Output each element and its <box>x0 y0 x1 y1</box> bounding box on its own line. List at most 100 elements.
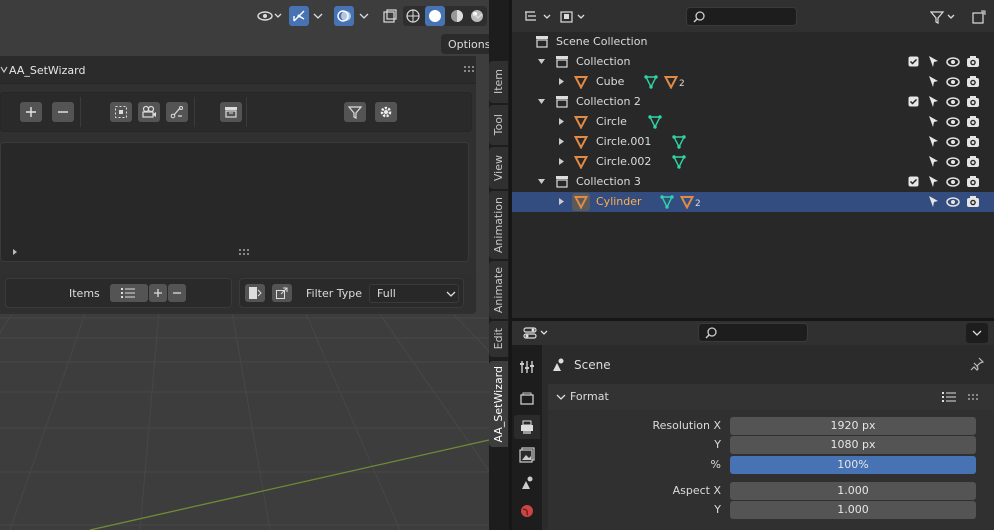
outliner-object-row[interactable]: Cylinder 2 <box>512 192 994 212</box>
material-icon[interactable] <box>664 75 678 89</box>
remove-set-button[interactable] <box>52 102 74 122</box>
mesh-data-icon[interactable] <box>672 155 686 169</box>
exclude-checkbox[interactable] <box>908 56 919 67</box>
visibility-dropdown[interactable] <box>254 6 284 26</box>
camera-render-icon[interactable] <box>966 75 980 88</box>
scene-collection-row[interactable]: Scene Collection <box>512 32 994 52</box>
pin-icon[interactable] <box>970 357 984 371</box>
sets-list[interactable] <box>0 142 469 262</box>
selectable-toggle-icon[interactable] <box>927 155 939 168</box>
overlay-dropdown[interactable] <box>356 6 372 26</box>
eye-icon[interactable] <box>946 136 960 148</box>
3d-viewport[interactable]: Options AA_SetWizard Items Filter Type F… <box>0 0 489 530</box>
eye-icon[interactable] <box>946 116 960 128</box>
filter-dropdown[interactable] <box>928 7 960 27</box>
presets-list-icon[interactable] <box>942 391 958 403</box>
tab-tool[interactable]: Tool <box>489 105 508 145</box>
resolution-percentage-slider[interactable]: 100% <box>730 456 976 474</box>
solid-shading-button[interactable] <box>425 6 445 26</box>
editor-type-dropdown[interactable] <box>522 323 552 343</box>
wireframe-shading-icon[interactable] <box>405 8 421 24</box>
tab-scene[interactable] <box>514 471 540 495</box>
selectable-toggle-icon[interactable] <box>927 55 939 68</box>
settings-button[interactable] <box>375 102 397 122</box>
eye-icon[interactable] <box>946 156 960 168</box>
number-field[interactable]: 1.000 <box>730 501 976 519</box>
eye-icon[interactable] <box>946 76 960 88</box>
camera-render-icon[interactable] <box>966 135 980 148</box>
tab-render[interactable] <box>514 387 540 411</box>
camera-render-icon[interactable] <box>966 195 980 208</box>
outliner-object-row[interactable]: Circle.001 <box>512 132 994 152</box>
camera-render-icon[interactable] <box>966 115 980 128</box>
tab-animation[interactable]: Animation <box>489 191 508 259</box>
expand-arrow-down-icon[interactable] <box>537 97 546 106</box>
add-set-button[interactable] <box>20 102 42 122</box>
remove-item-button[interactable] <box>168 284 186 302</box>
camera-render-icon[interactable] <box>966 95 980 108</box>
tab-world[interactable] <box>514 499 540 523</box>
new-collection-button[interactable] <box>968 7 990 27</box>
camera-render-icon[interactable] <box>966 175 980 188</box>
properties-search-input[interactable] <box>698 323 808 342</box>
camera-render-icon[interactable] <box>966 55 980 68</box>
expand-arrow-right-icon[interactable] <box>557 117 566 126</box>
filter-button[interactable] <box>344 102 366 122</box>
editor-type-dropdown[interactable] <box>522 7 556 27</box>
expand-arrow-down-icon[interactable] <box>537 57 546 66</box>
format-panel-header[interactable]: Format <box>548 384 994 410</box>
gizmo-dropdown[interactable] <box>310 6 326 26</box>
tab-animate[interactable]: Animate <box>489 261 508 319</box>
selectable-toggle-icon[interactable] <box>927 135 939 148</box>
expand-arrow-right-icon[interactable] <box>557 77 566 86</box>
tab-item[interactable]: Item <box>489 61 508 103</box>
selectable-toggle-icon[interactable] <box>927 75 939 88</box>
expand-arrow-icon[interactable] <box>12 248 18 256</box>
mesh-data-icon[interactable] <box>660 195 674 209</box>
drag-handle-icon[interactable] <box>968 394 980 400</box>
number-field[interactable]: 1080 px <box>730 436 976 454</box>
expand-arrow-right-icon[interactable] <box>557 137 566 146</box>
mesh-data-icon[interactable] <box>672 135 686 149</box>
material-icon[interactable] <box>680 195 694 209</box>
drag-handle-icon[interactable] <box>464 66 476 72</box>
expand-arrow-right-icon[interactable] <box>557 197 566 206</box>
outliner-collection-row[interactable]: Collection <box>512 52 994 72</box>
panel-header[interactable]: AA_SetWizard <box>0 56 476 84</box>
options-dropdown[interactable]: Options <box>441 34 489 54</box>
display-mode-dropdown[interactable] <box>558 7 590 27</box>
number-field[interactable]: 1.000 <box>730 482 976 500</box>
filter-type-select[interactable]: Full <box>369 284 459 303</box>
tab-aa-setwizard[interactable]: AA_SetWizard <box>489 361 508 447</box>
expand-arrow-right-icon[interactable] <box>557 157 566 166</box>
tab-edit[interactable]: Edit <box>489 321 508 357</box>
options-dropdown[interactable] <box>966 323 988 343</box>
exclude-checkbox[interactable] <box>908 96 919 107</box>
shading-dropdown[interactable] <box>470 6 486 26</box>
xray-toggle[interactable] <box>380 6 400 26</box>
selectable-toggle-icon[interactable] <box>927 195 939 208</box>
tab-view[interactable]: View <box>489 147 508 189</box>
outliner-object-row[interactable]: Circle <box>512 112 994 132</box>
outliner-collection-row[interactable]: Collection 2 <box>512 92 994 112</box>
selectable-toggle-icon[interactable] <box>927 115 939 128</box>
mesh-data-icon[interactable] <box>644 75 658 89</box>
archive-button[interactable] <box>220 102 242 122</box>
camera-render-icon[interactable] <box>966 155 980 168</box>
outliner-collection-row[interactable]: Collection 3 <box>512 172 994 192</box>
selectable-toggle-icon[interactable] <box>927 175 939 188</box>
restrict-button[interactable] <box>245 284 265 302</box>
expand-arrow-down-icon[interactable] <box>537 177 546 186</box>
number-field[interactable]: 1920 px <box>730 417 976 435</box>
camera-button[interactable] <box>138 102 160 122</box>
eye-icon[interactable] <box>946 196 960 208</box>
gizmo-toggle[interactable] <box>289 6 309 26</box>
overlay-toggle[interactable] <box>334 6 354 26</box>
tab-output[interactable] <box>514 415 540 439</box>
eye-icon[interactable] <box>946 96 960 108</box>
outliner-search-input[interactable] <box>686 7 797 26</box>
outliner-object-row[interactable]: Circle.002 <box>512 152 994 172</box>
resize-handle-icon[interactable] <box>239 249 251 255</box>
material-shading-icon[interactable] <box>449 8 465 24</box>
tab-view-layer[interactable] <box>514 443 540 467</box>
